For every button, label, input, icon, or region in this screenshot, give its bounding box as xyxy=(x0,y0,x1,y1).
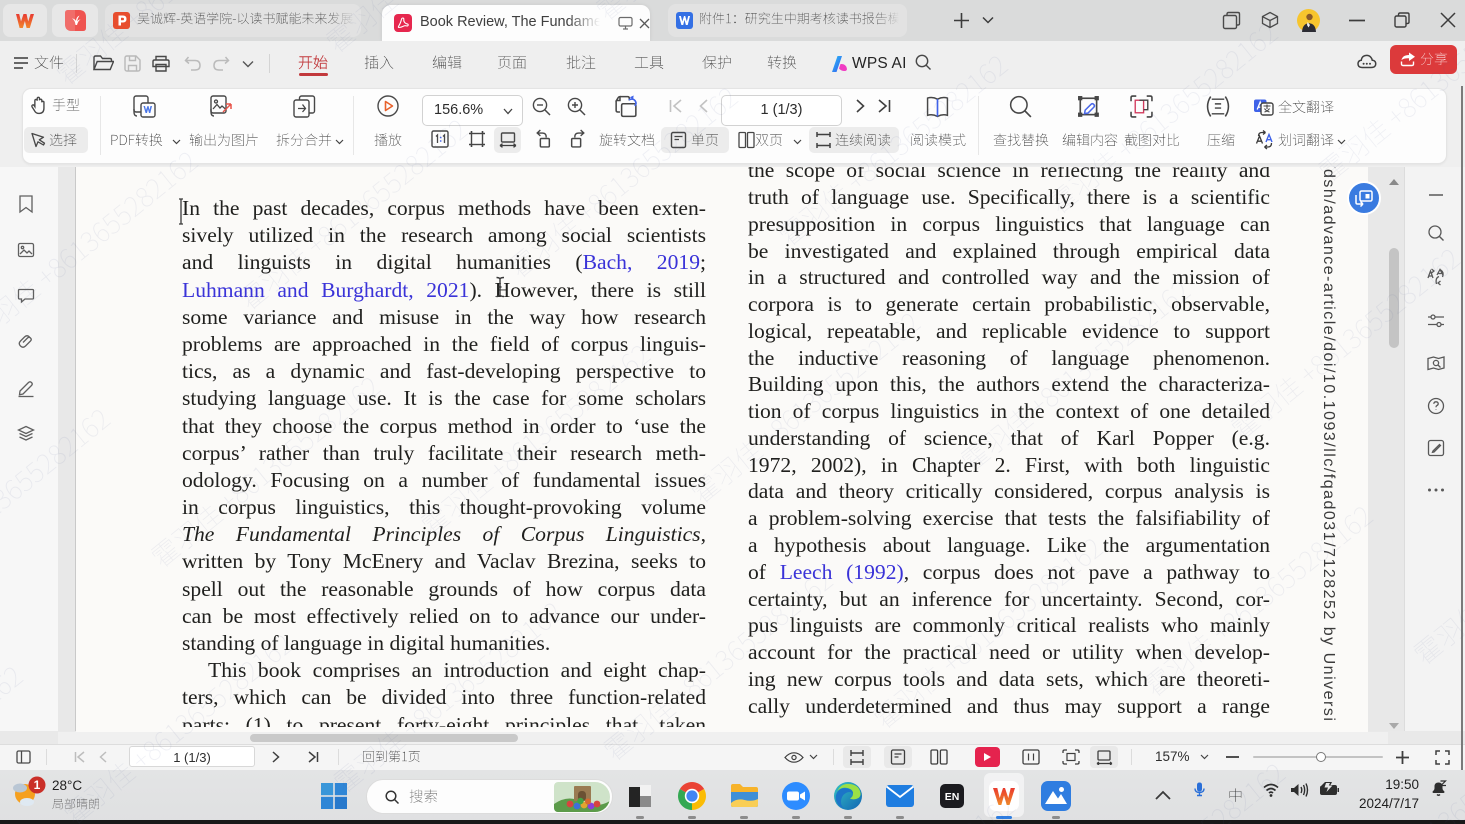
svg-text:1: 1 xyxy=(34,778,41,792)
svg-text:EN: EN xyxy=(945,791,960,803)
